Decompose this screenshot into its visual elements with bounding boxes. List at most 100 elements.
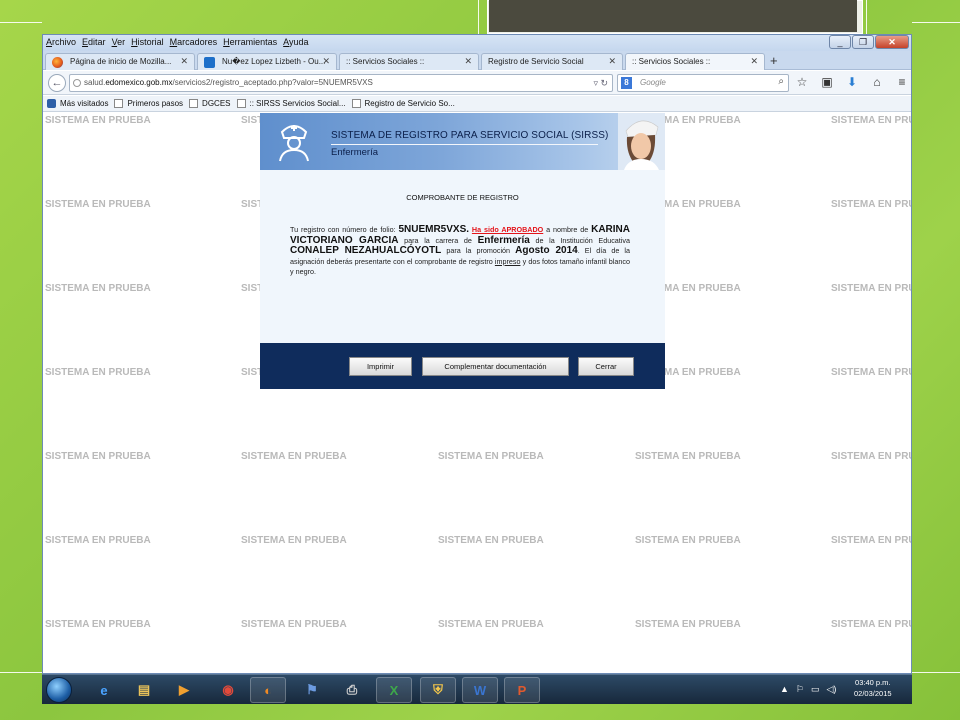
chrome-icon[interactable]: ◉ [210, 677, 246, 703]
url-input[interactable]: salud.edomexico.gob.mx/servicios2/regist… [69, 74, 613, 92]
security-icon[interactable]: ⛨ [420, 677, 456, 703]
clipboard-icon[interactable]: ▣ [820, 75, 834, 89]
bookmark-star-icon[interactable]: ☆ [795, 75, 809, 89]
explorer-icon[interactable]: ▤ [126, 677, 162, 703]
bookmark-sirss[interactable]: :: SIRSS Servicios Social... [236, 99, 346, 108]
scanner-icon[interactable]: ⎙ [334, 677, 370, 703]
watermark-text: SISTEMA EN PRUEBA [45, 115, 151, 126]
tab-strip: Página de inicio de Mozilla... ✕ Nu�ez L… [43, 51, 911, 70]
tray-expand-icon[interactable]: ▲ [780, 684, 789, 695]
header-rule [331, 144, 598, 145]
excel-icon[interactable]: X [376, 677, 412, 703]
word-icon[interactable]: W [462, 677, 498, 703]
folio-number: 5NUEMR5VXS. [398, 224, 470, 235]
watermark-text: SISTEMA EN PRUEBA [831, 115, 911, 126]
tab-label: Página de inicio de Mozilla... [70, 57, 172, 66]
search-engine-icon[interactable]: 8 [621, 77, 632, 89]
bookmark-dgces[interactable]: DGCES [189, 99, 231, 108]
nurse-logo-icon [279, 125, 309, 162]
menu-ver[interactable]: Ver [109, 36, 129, 50]
flag-icon[interactable]: ⚑ [294, 677, 330, 703]
message-text: a nombre de [543, 225, 592, 234]
page-icon [236, 99, 246, 108]
menu-editar[interactable]: Editar [79, 36, 109, 50]
restore-button[interactable]: ❐ [852, 35, 874, 49]
print-button[interactable]: Imprimir [349, 357, 412, 376]
watermark-text: SISTEMA EN PRUEBA [45, 367, 151, 378]
slide-decoration-line [0, 672, 42, 673]
watermark-text: SISTEMA EN PRUEBA [831, 535, 911, 546]
watermark-text: SISTEMA EN PRUEBA [831, 199, 911, 210]
firefox-icon[interactable]: ◐ [250, 677, 286, 703]
download-icon[interactable]: ⬇ [845, 75, 859, 89]
menu-bar: Archivo Editar Ver Historial Marcadores … [43, 36, 312, 50]
menu-historial[interactable]: Historial [128, 36, 167, 50]
bookmarks-icon [47, 99, 56, 108]
menu-marcadores[interactable]: Marcadores [167, 36, 221, 50]
tab-close-icon[interactable]: ✕ [750, 56, 758, 67]
media-player-icon[interactable]: ▶ [166, 677, 202, 703]
menu-herramientas[interactable]: Herramientas [220, 36, 280, 50]
url-prefix: salud. [84, 78, 106, 87]
bookmark-label: Registro de Servicio So... [364, 99, 455, 108]
action-center-icon[interactable]: ⚐ [796, 684, 804, 695]
watermark-text: SISTEMA EN PRUEBA [241, 451, 347, 462]
message-text: para la promoción [441, 246, 516, 255]
bookmark-mas-visitados[interactable]: Más visitados [47, 99, 108, 108]
message-text: para la carrera de [398, 235, 478, 245]
menu-archivo[interactable]: Archivo [43, 36, 79, 50]
nurse-photo [618, 113, 665, 170]
watermark-text: SISTEMA EN PRUEBA [635, 535, 741, 546]
tab-close-icon[interactable]: ✕ [608, 56, 616, 67]
bookmark-label: Más visitados [60, 99, 109, 108]
bookmark-registro[interactable]: Registro de Servicio So... [351, 99, 455, 108]
panel-footer: Imprimir Complementar documentación Cerr… [260, 343, 665, 389]
watermark-text: SISTEMA EN PRUEBA [438, 535, 544, 546]
tab-label: Nu�ez Lopez Lizbeth - Ou... [222, 57, 326, 66]
bookmark-primeros-pasos[interactable]: Primeros pasos [114, 99, 183, 108]
start-button[interactable] [46, 677, 72, 703]
tab-close-icon[interactable]: ✕ [180, 56, 188, 67]
powerpoint-icon[interactable]: P [504, 677, 540, 703]
new-tab-icon[interactable]: + [770, 53, 778, 68]
reload-icon[interactable]: ▿ ↻ [593, 78, 608, 89]
toolbar-icons: ☆ ▣ ⬇ ⌂ ≡ [795, 75, 909, 89]
tab-registro[interactable]: Registro de Servicio Social ✕ [481, 53, 623, 70]
watermark-text: SISTEMA EN PRUEBA [45, 451, 151, 462]
tab-servicios-sociales[interactable]: :: Servicios Sociales :: ✕ [339, 53, 479, 70]
tab-label: :: Servicios Sociales :: [632, 57, 711, 66]
search-icon[interactable]: ⌕ [778, 76, 784, 87]
tab-mozilla-home[interactable]: Página de inicio de Mozilla... ✕ [45, 53, 195, 70]
bookmark-label: :: SIRSS Servicios Social... [249, 99, 346, 108]
slide-decoration-line [866, 0, 867, 34]
tab-close-icon[interactable]: ✕ [464, 56, 472, 67]
message-text: Tu registro con número de folio: [290, 225, 399, 234]
ie-icon[interactable]: e [86, 677, 122, 703]
search-input[interactable]: 8 Google ⌕ [617, 74, 789, 92]
bookmark-label: DGCES [202, 99, 231, 108]
complement-documentation-button[interactable]: Complementar documentación [422, 357, 569, 376]
tab-close-icon[interactable]: ✕ [322, 56, 330, 67]
tab-servicios-sociales-active[interactable]: :: Servicios Sociales :: ✕ [625, 53, 765, 70]
page-icon [189, 99, 199, 108]
outlook-icon [204, 57, 215, 68]
navigation-bar: ← salud.edomexico.gob.mx/servicios2/regi… [43, 71, 911, 95]
panel-header: SISTEMA DE REGISTRO PARA SERVICIO SOCIAL… [260, 113, 665, 170]
network-icon[interactable]: ▭ [811, 684, 820, 695]
watermark-text: SISTEMA EN PRUEBA [241, 535, 347, 546]
printed-word: impreso [494, 256, 521, 266]
career-name: Enfermería [477, 234, 530, 246]
back-arrow-icon[interactable]: ← [48, 74, 66, 92]
close-window-button[interactable]: ✕ [875, 35, 909, 49]
bookmarks-bar: Más visitados Primeros pasos DGCES :: SI… [43, 96, 911, 112]
tab-label: :: Servicios Sociales :: [346, 57, 425, 66]
minimize-button[interactable]: _ [829, 35, 851, 49]
clock[interactable]: 03:40 p.m. 02/03/2015 [854, 677, 892, 699]
menu-ayuda[interactable]: Ayuda [280, 36, 311, 50]
menu-hamburger-icon[interactable]: ≡ [895, 75, 909, 89]
close-button[interactable]: Cerrar [578, 357, 634, 376]
watermark-text: SISTEMA EN PRUEBA [45, 199, 151, 210]
tab-outlook[interactable]: Nu�ez Lopez Lizbeth - Ou... ✕ [197, 53, 337, 70]
volume-icon[interactable]: ◁) [827, 684, 837, 695]
home-icon[interactable]: ⌂ [870, 75, 884, 89]
